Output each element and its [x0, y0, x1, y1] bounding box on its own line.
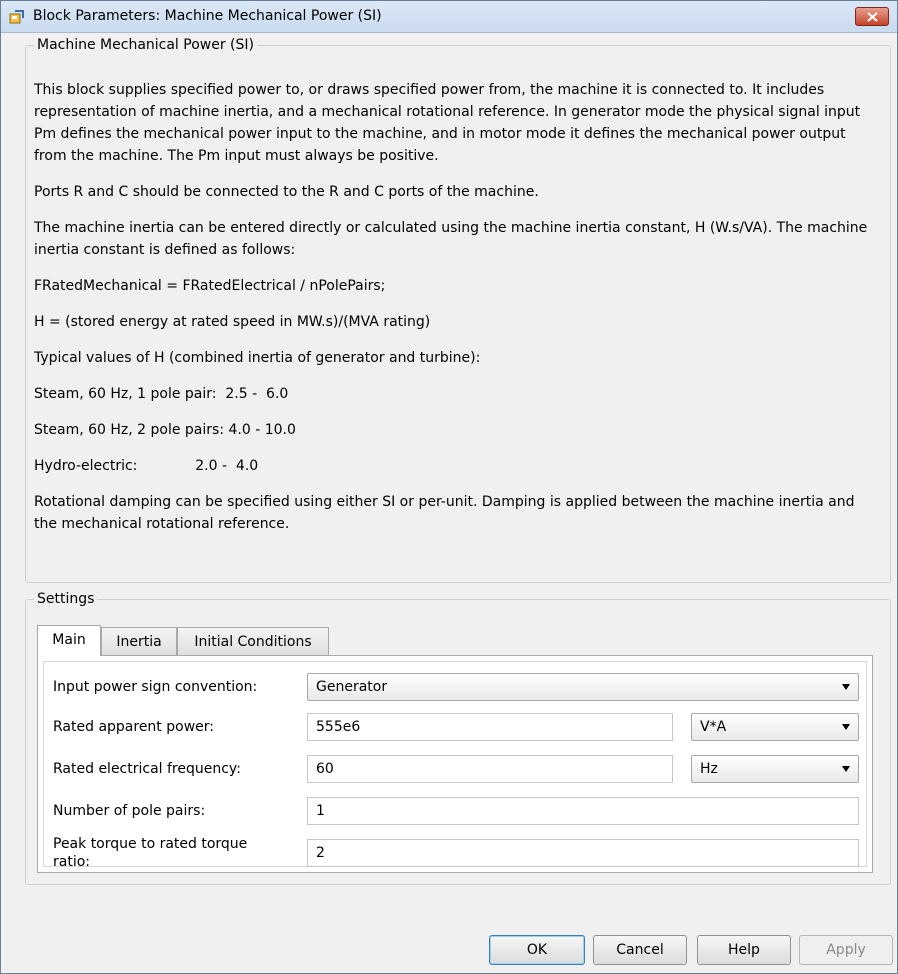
rated-apparent-power-unit-value: V*A: [700, 719, 727, 735]
chevron-down-icon: [842, 684, 850, 690]
description-paragraph: Steam, 60 Hz, 2 pole pairs: 4.0 - 10.0: [34, 422, 296, 438]
number-of-pole-pairs-label: Number of pole pairs:: [53, 803, 206, 819]
window-title: Block Parameters: Machine Mechanical Pow…: [33, 8, 382, 24]
description-paragraph: Steam, 60 Hz, 1 pole pair: 2.5 - 6.0: [34, 386, 289, 402]
close-icon: [867, 12, 878, 22]
settings-group-title: Settings: [37, 591, 95, 607]
description-paragraph: Ports R and C should be connected to the…: [34, 184, 539, 200]
description-paragraph: FRatedMechanical = FRatedElectrical / nP…: [34, 278, 386, 294]
close-button[interactable]: [855, 7, 889, 26]
tab-initial-conditions[interactable]: Initial Conditions: [177, 627, 329, 657]
description-paragraph: Hydro-electric: 2.0 - 4.0: [34, 458, 259, 474]
block-parameters-dialog: Block Parameters: Machine Mechanical Pow…: [0, 0, 898, 974]
description-paragraph: The machine inertia can be entered direc…: [34, 220, 868, 258]
tab-inertia[interactable]: Inertia: [101, 627, 177, 657]
input-power-sign-convention-label: Input power sign convention:: [53, 679, 258, 695]
rated-electrical-frequency-input[interactable]: 60: [307, 755, 673, 783]
apply-button[interactable]: Apply: [799, 935, 893, 965]
input-power-sign-convention-value: Generator: [316, 679, 388, 695]
peak-torque-ratio-input[interactable]: 2: [307, 839, 859, 867]
rated-apparent-power-unit-select[interactable]: V*A: [691, 713, 859, 741]
chevron-down-icon: [842, 724, 850, 730]
cancel-button[interactable]: Cancel: [593, 935, 687, 965]
rated-apparent-power-label: Rated apparent power:: [53, 719, 214, 735]
description-paragraph: Rotational damping can be specified usin…: [34, 494, 855, 532]
peak-torque-ratio-label: Peak torque to rated torque ratio:: [53, 836, 248, 870]
description-paragraph: Typical values of H (combined inertia of…: [34, 350, 481, 366]
ok-button[interactable]: OK: [489, 935, 585, 965]
rated-electrical-frequency-unit-value: Hz: [700, 761, 718, 777]
rated-apparent-power-input[interactable]: 555e6: [307, 713, 673, 741]
title-bar[interactable]: Block Parameters: Machine Mechanical Pow…: [1, 1, 897, 33]
description-group-title: Machine Mechanical Power (SI): [37, 37, 254, 53]
help-button[interactable]: Help: [697, 935, 791, 965]
input-power-sign-convention-select[interactable]: Generator: [307, 673, 859, 701]
rated-electrical-frequency-unit-select[interactable]: Hz: [691, 755, 859, 783]
tab-main[interactable]: Main: [37, 625, 101, 656]
simulink-block-icon: [9, 10, 24, 24]
chevron-down-icon: [842, 766, 850, 772]
number-of-pole-pairs-input[interactable]: 1: [307, 797, 859, 825]
description-paragraph: This block supplies specified power to, …: [34, 82, 861, 164]
rated-electrical-frequency-label: Rated electrical frequency:: [53, 761, 241, 777]
description-paragraph: H = (stored energy at rated speed in MW.…: [34, 314, 431, 330]
description-text: This block supplies specified power to, …: [34, 79, 880, 549]
